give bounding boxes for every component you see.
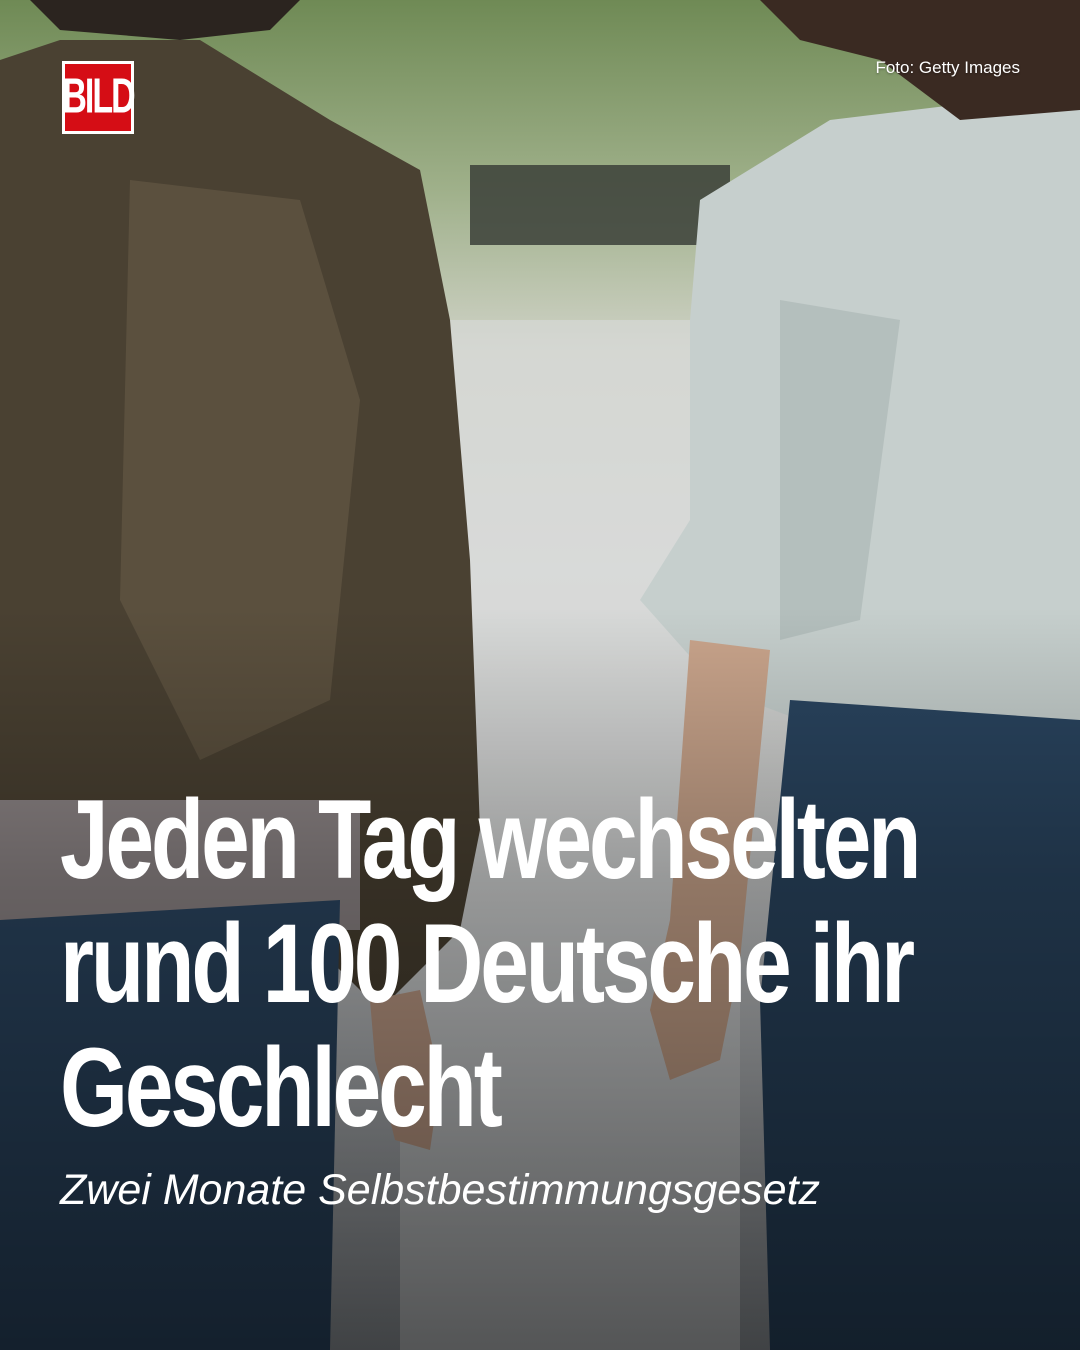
subline: Zwei Monate Selbstbestimmungsgesetz [60, 1166, 821, 1214]
post-canvas: BILD Foto: Getty Images Jeden Tag wechse… [0, 0, 1080, 1350]
headline-line-1: Jeden Tag wechselten [60, 777, 922, 902]
headline-line-3: Geschlecht [60, 1025, 503, 1150]
bild-logo-text: BILD [62, 69, 135, 125]
headline: Jeden Tag wechselten rund 100 Deutsche i… [60, 778, 1020, 1150]
photo-credit: Foto: Getty Images [875, 58, 1020, 77]
bild-logo: BILD [62, 61, 136, 134]
headline-line-2: rund 100 Deutsche ihr [60, 901, 915, 1026]
